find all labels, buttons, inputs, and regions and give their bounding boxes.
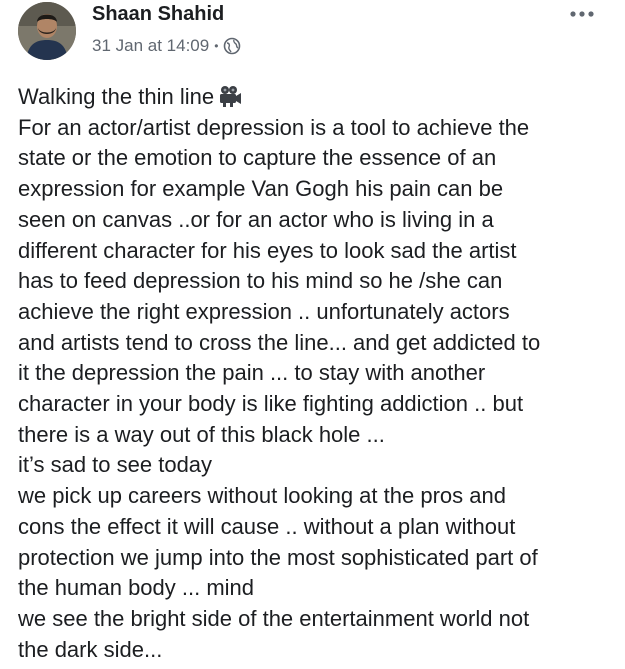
post-line: achieve the right expression .. unfortun… xyxy=(18,298,510,324)
post-line: protection we jump into the most sophist… xyxy=(18,544,538,570)
post-line: it’s sad to see today xyxy=(18,452,213,478)
globe-icon[interactable] xyxy=(223,37,241,55)
post-timestamp[interactable]: 31 Jan at 14:09 xyxy=(92,36,209,56)
post-line: the dark side... xyxy=(18,636,163,662)
post-line: it the depression the pain ... to stay w… xyxy=(18,360,486,386)
avatar-image xyxy=(18,2,76,60)
post-line: seen on canvas ..or for an actor who is … xyxy=(18,206,494,232)
post-meta: 31 Jan at 14:09 • xyxy=(92,36,241,56)
post-line: the human body ... mind xyxy=(18,575,255,601)
avatar[interactable] xyxy=(18,2,76,60)
post-line: expression for example Van Gogh his pain… xyxy=(18,176,504,202)
post-line: For an actor/artist depression is a tool… xyxy=(18,114,530,140)
more-options-icon[interactable] xyxy=(562,4,602,24)
author-name[interactable]: Shaan Shahid xyxy=(92,3,224,26)
meta-separator: • xyxy=(214,39,219,53)
post-title-text: Walking the thin line xyxy=(18,84,215,109)
post-line: cons the effect it will cause .. without… xyxy=(18,513,516,539)
post-line: there is a way out of this black hole ..… xyxy=(18,421,385,447)
post-text: Walking the thin line For an actor/artis… xyxy=(18,82,618,665)
post-line: different character for his eyes to look… xyxy=(18,237,517,263)
post-line: we see the bright side of the entertainm… xyxy=(18,605,530,631)
post-line: we pick up careers without looking at th… xyxy=(18,483,506,509)
post-line: character in your body is like fighting … xyxy=(18,391,524,417)
movie-camera-icon xyxy=(218,85,242,107)
post-line: and artists tend to cross the line... an… xyxy=(18,329,541,355)
post-line: has to feed depression to his mind so he… xyxy=(18,268,503,294)
post-title-line: Walking the thin line xyxy=(18,82,618,113)
post-header: Shaan Shahid 31 Jan at 14:09 • xyxy=(0,0,625,70)
post-line: state or the emotion to capture the esse… xyxy=(18,145,497,171)
